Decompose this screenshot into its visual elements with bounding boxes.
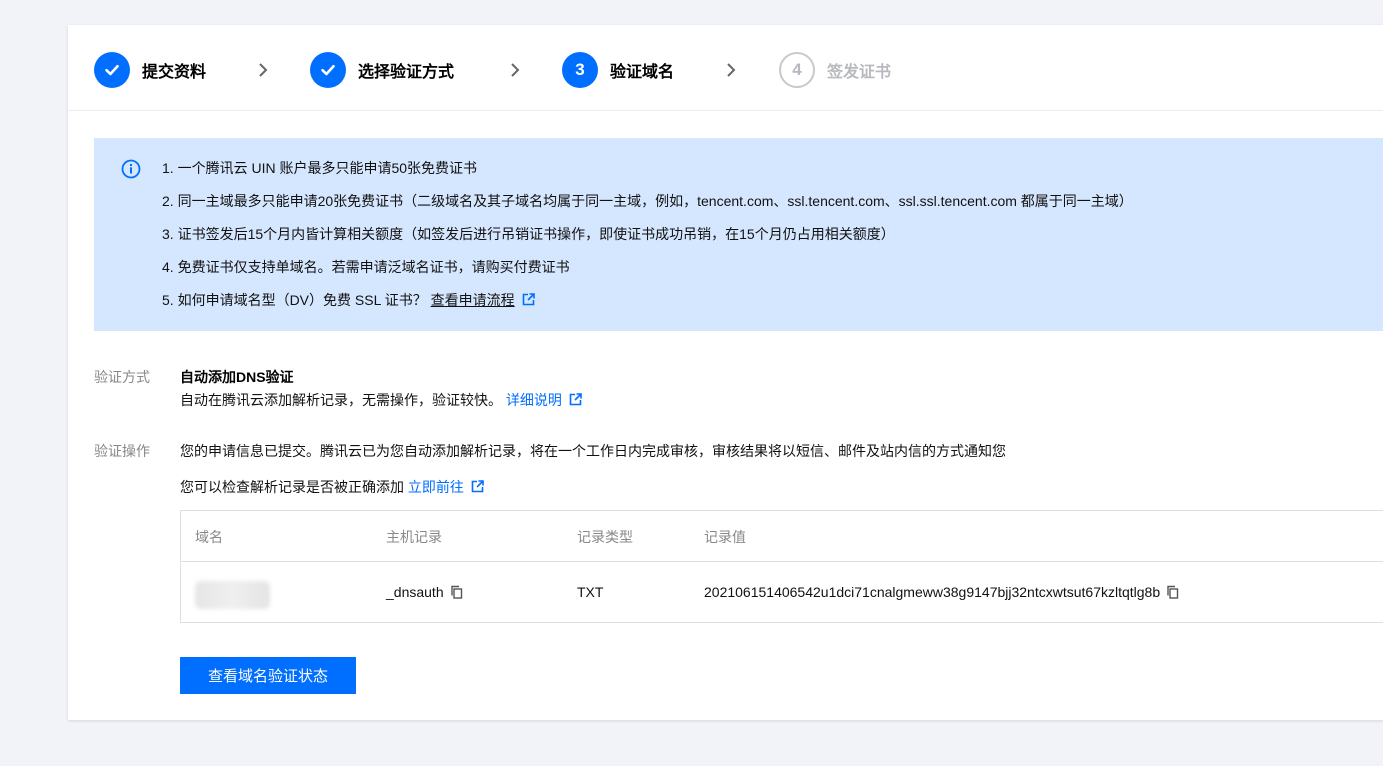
external-link-icon[interactable] [522,290,535,306]
go-now-link[interactable]: 立即前往 [408,479,464,495]
record-type: TXT [577,584,604,600]
step-select-method: 选择验证方式 [310,52,454,88]
step-label: 签发证书 [827,64,892,81]
host-record-cell: _dnsauth [386,584,464,600]
step-submit-info: 提交资料 [94,52,206,88]
verify-action-line1: 您的申请信息已提交。腾讯云已为您自动添加解析记录，将在一个工作日内完成审核，审核… [180,443,1006,459]
column-header-type: 记录类型 [577,529,633,545]
step-issue-cert: 4 签发证书 [779,52,891,88]
external-link-icon[interactable] [471,480,484,493]
external-link-icon[interactable] [569,393,582,406]
verify-method-desc: 自动在腾讯云添加解析记录，无需操作，验证较快。 [180,392,502,408]
verify-action-label: 验证操作 [94,443,150,459]
column-header-value: 记录值 [704,529,746,545]
notice-item-text: 5. 如何申请域名型（DV）免费 SSL 证书？ [162,292,427,308]
verify-method-label: 验证方式 [94,369,150,385]
check-icon [310,52,346,88]
dns-record-table: 域名 主机记录 记录类型 记录值 _dnsauth TXT 2021061514… [180,510,1383,623]
certificate-apply-card: 提交资料 选择验证方式 3 验证域名 4 签发证书 1. 一个腾讯云 UIN 账… [68,25,1383,720]
table-header [181,511,1383,562]
step-number: 3 [562,52,598,88]
record-value: 202106151406542u1dci71cnalgmeww38g9147bj… [704,584,1161,600]
copy-icon[interactable] [450,585,464,599]
notice-item: 4. 免费证书仅支持单域名。若需申请泛域名证书，请购买付费证书 [162,259,570,275]
column-header-host: 主机记录 [386,529,442,545]
chevron-right-icon [505,60,525,80]
column-header-domain: 域名 [195,529,223,545]
verify-action-line2: 您可以检查解析记录是否被正确添加 [180,479,404,495]
record-value-cell: 202106151406542u1dci71cnalgmeww38g9147bj… [704,584,1180,600]
info-icon [121,159,141,179]
verify-action-line2-row: 您可以检查解析记录是否被正确添加 立即前往 [180,477,484,497]
notice-box: 1. 一个腾讯云 UIN 账户最多只能申请50张免费证书 2. 同一主域最多只能… [94,138,1383,331]
chevron-right-icon [721,60,741,80]
steps-bar: 提交资料 选择验证方式 3 验证域名 4 签发证书 [68,25,1383,111]
notice-item: 3. 证书签发后15个月内皆计算相关额度（如签发后进行吊销证书操作，即使证书成功… [162,226,895,242]
notice-item: 2. 同一主域最多只能申请20张免费证书（二级域名及其子域名均属于同一主域，例如… [162,193,1133,209]
copy-icon[interactable] [1166,585,1180,599]
step-label: 验证域名 [610,64,675,81]
chevron-right-icon [253,60,273,80]
notice-list: 1. 一个腾讯云 UIN 账户最多只能申请50张免费证书 2. 同一主域最多只能… [162,157,1133,322]
verify-method-title: 自动添加DNS验证 [180,369,294,385]
notice-item: 1. 一个腾讯云 UIN 账户最多只能申请50张免费证书 [162,160,478,176]
step-label: 提交资料 [142,64,207,81]
blurred-domain [195,581,270,609]
host-record: _dnsauth [386,584,444,600]
details-link[interactable]: 详细说明 [506,392,562,408]
check-domain-status-button[interactable]: 查看域名验证状态 [180,657,356,694]
verify-method-desc-line: 自动在腾讯云添加解析记录，无需操作，验证较快。 详细说明 [180,390,582,410]
step-label: 选择验证方式 [358,64,455,81]
step-number: 4 [779,52,815,88]
apply-process-link[interactable]: 查看申请流程 [431,292,515,308]
step-verify-domain: 3 验证域名 [562,52,674,88]
apply-process-link-text: 查看申请流程 [430,292,515,308]
check-icon [94,52,130,88]
notice-item: 5. 如何申请域名型（DV）免费 SSL 证书？ 查看申请流程 [162,289,1133,322]
